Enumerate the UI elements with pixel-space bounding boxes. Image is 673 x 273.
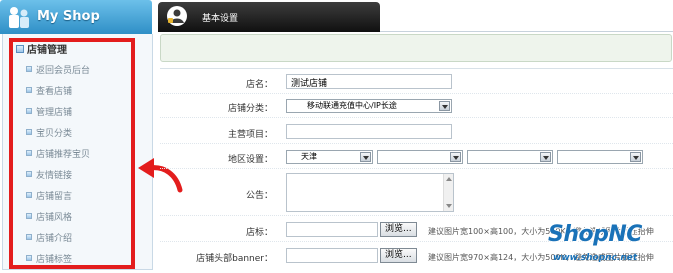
- chevron-down-icon: [450, 152, 461, 162]
- province-select-value: 天津: [301, 152, 317, 161]
- shopnc-watermark-url: www.shopnc.net: [553, 253, 638, 263]
- form-row-region: 地区设置： 天津: [160, 144, 673, 169]
- province-select[interactable]: 天津: [286, 150, 373, 164]
- logo-file-input[interactable]: [286, 222, 378, 237]
- user-settings-icon: [167, 6, 187, 26]
- form-row-main-business: 主营项目：: [160, 118, 673, 144]
- shopnc-watermark-logo: ShopNC: [548, 222, 642, 247]
- shop-name-label: 店名：: [245, 80, 273, 90]
- category-select-value: 移动联通充值中心/IP长途: [307, 101, 397, 110]
- announcement-label: 公告：: [245, 191, 273, 201]
- highlight-frame: [9, 38, 135, 269]
- shop-name-input[interactable]: 测试店铺: [286, 74, 452, 89]
- chevron-down-icon: [360, 152, 371, 162]
- category-label: 店铺分类：: [227, 104, 273, 114]
- logo-label: 店标：: [245, 228, 273, 238]
- banner-label: 店铺头部banner：: [196, 254, 273, 264]
- category-select[interactable]: 移动联通充值中心/IP长途: [286, 99, 452, 113]
- form-row-announcement: 公告：: [160, 169, 673, 216]
- tab-label: 基本设置: [202, 14, 239, 24]
- main-business-label: 主营项目：: [227, 130, 273, 140]
- tip-box: [160, 34, 672, 62]
- shop-people-icon: [9, 7, 29, 28]
- banner-browse-button[interactable]: 浏览...: [380, 248, 417, 263]
- area-select[interactable]: [557, 150, 643, 164]
- banner-file-input[interactable]: [286, 248, 378, 263]
- logo-browse-button[interactable]: 浏览...: [380, 222, 417, 237]
- form-row-shop-name: 店名： 测试店铺: [160, 69, 673, 94]
- textarea-scrollbar[interactable]: [443, 174, 453, 211]
- city-select[interactable]: [377, 150, 463, 164]
- chevron-down-icon: [439, 101, 450, 111]
- announcement-textarea[interactable]: [286, 173, 454, 212]
- chevron-down-icon: [540, 152, 551, 162]
- district-select[interactable]: [467, 150, 553, 164]
- main-business-input[interactable]: [286, 124, 452, 139]
- chevron-down-icon: [630, 152, 641, 162]
- shop-title: My Shop: [37, 9, 100, 24]
- form-row-category: 店铺分类： 移动联通充值中心/IP长途: [160, 94, 673, 118]
- region-label: 地区设置：: [227, 155, 273, 165]
- tab-basic-settings[interactable]: [158, 2, 380, 32]
